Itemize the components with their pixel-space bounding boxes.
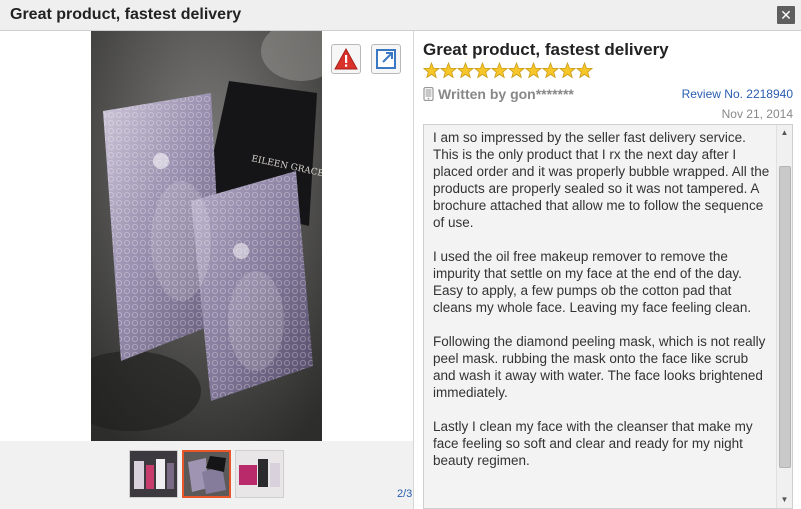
star-icon (575, 61, 594, 79)
review-panel: Great product, fastest delivery Written … (414, 31, 801, 509)
review-scrollbar[interactable]: ▲ ▼ (776, 125, 792, 508)
star-icon (524, 61, 543, 79)
close-button[interactable]: ✕ (777, 6, 795, 24)
rating-stars (422, 61, 598, 80)
thumbnail-1[interactable] (129, 450, 178, 498)
window-titlebar: Great product, fastest delivery ✕ (0, 0, 801, 31)
review-date: Nov 21, 2014 (721, 107, 793, 121)
scroll-thumb[interactable] (779, 166, 791, 468)
star-rating-icons (422, 61, 594, 79)
star-icon (507, 61, 526, 79)
author-line: Written by gon******* (423, 86, 574, 102)
star-icon (490, 61, 509, 79)
close-icon: ✕ (780, 7, 792, 23)
photo-gallery: EILEEN GRACE 2/3 (0, 31, 414, 509)
author-name: gon******* (510, 86, 574, 102)
thumbnail-strip (0, 441, 413, 509)
main-photo-image: EILEEN GRACE (91, 31, 322, 441)
main-photo[interactable]: EILEEN GRACE (91, 31, 322, 441)
review-title: Great product, fastest delivery (423, 40, 669, 59)
review-paragraph: I used the oil free makeup remover to re… (433, 249, 752, 315)
review-paragraph: Lastly I clean my face with the cleanser… (433, 419, 753, 468)
star-icon (422, 61, 441, 79)
thumbnail-3[interactable] (235, 450, 284, 498)
review-number-link[interactable]: Review No. 2218940 (682, 87, 793, 101)
thumbnail-2[interactable] (182, 450, 231, 498)
warning-icon (334, 47, 358, 70)
star-icon (558, 61, 577, 79)
thumbnail-1-image (130, 451, 177, 497)
report-button[interactable] (331, 44, 361, 74)
thumbnail-3-image (236, 451, 283, 497)
review-text: I am so impressed by the seller fast del… (433, 129, 770, 486)
star-icon (439, 61, 458, 79)
star-icon (456, 61, 475, 79)
review-paragraph: Following the diamond peeling mask, whic… (433, 334, 766, 400)
scroll-up-icon[interactable]: ▲ (777, 125, 792, 141)
star-icon (541, 61, 560, 79)
window-title: Great product, fastest delivery (10, 6, 242, 23)
review-paragraph: I am so impressed by the seller fast del… (433, 130, 770, 230)
thumbnail-2-image (184, 452, 229, 496)
scroll-down-icon[interactable]: ▼ (777, 492, 792, 508)
mobile-phone-icon (423, 86, 434, 102)
expand-button[interactable] (371, 44, 401, 74)
expand-icon (376, 49, 396, 69)
review-body[interactable]: I am so impressed by the seller fast del… (423, 124, 793, 509)
image-counter: 2/3 (397, 488, 413, 500)
written-by-label: Written by (438, 86, 511, 102)
star-icon (473, 61, 492, 79)
